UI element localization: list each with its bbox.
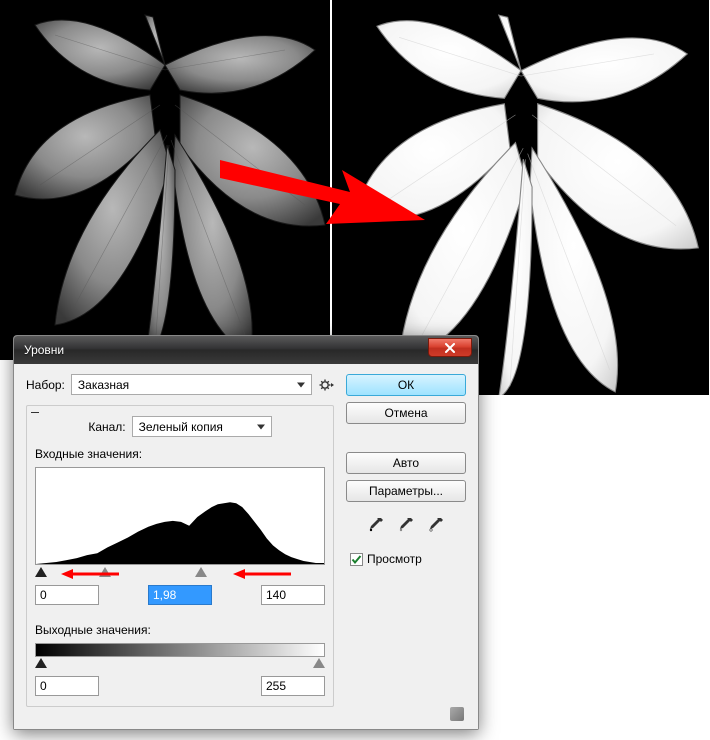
titlebar[interactable]: Уровни xyxy=(14,336,478,364)
histogram[interactable] xyxy=(35,467,325,565)
channel-label: Канал: xyxy=(88,420,125,434)
input-midtone-slider[interactable] xyxy=(99,567,111,577)
eyedropper-white-icon xyxy=(428,517,444,533)
transform-arrow xyxy=(220,140,430,250)
resize-grip[interactable] xyxy=(450,707,464,721)
right-column: ОК Отмена Авто Параметры... Пр xyxy=(346,374,466,715)
eyedropper-black-icon xyxy=(368,517,384,533)
preview-checkbox[interactable] xyxy=(350,553,363,566)
options-button[interactable]: Параметры... xyxy=(346,480,466,502)
black-point-eyedropper[interactable] xyxy=(365,514,387,536)
ok-button[interactable]: ОК xyxy=(346,374,466,396)
preview-label: Просмотр xyxy=(367,552,422,566)
collapse-indicator xyxy=(31,412,39,413)
preset-combo[interactable]: Заказная xyxy=(71,374,312,395)
dialog-title: Уровни xyxy=(20,343,64,357)
output-shadow-slider[interactable] xyxy=(35,658,47,668)
white-point-eyedropper[interactable] xyxy=(425,514,447,536)
input-shadow-slider[interactable] xyxy=(35,567,47,577)
left-column: Набор: Заказная xyxy=(26,374,334,715)
levels-dialog: Уровни Набор: Заказная xyxy=(13,335,479,730)
output-values-row xyxy=(35,676,325,696)
preset-label: Набор: xyxy=(26,378,65,392)
eyedropper-row xyxy=(346,514,466,536)
input-levels-label: Входные значения: xyxy=(35,447,325,461)
auto-button[interactable]: Авто xyxy=(346,452,466,474)
input-shadow-value[interactable] xyxy=(35,585,99,605)
output-highlight-value[interactable] xyxy=(261,676,325,696)
channel-row: Канал: Зеленый копия xyxy=(35,416,325,437)
gear-icon xyxy=(318,377,334,393)
annotation-arrow-right xyxy=(233,568,291,580)
close-icon xyxy=(444,343,456,353)
preset-row: Набор: Заказная xyxy=(26,374,334,395)
close-button[interactable] xyxy=(428,338,472,357)
output-gradient[interactable] xyxy=(35,643,325,657)
channel-combo[interactable]: Зеленый копия xyxy=(132,416,272,437)
output-slider-track xyxy=(35,658,325,672)
check-icon xyxy=(351,554,362,565)
eyedropper-gray-icon xyxy=(398,517,414,533)
input-highlight-slider[interactable] xyxy=(195,567,207,577)
input-highlight-value[interactable] xyxy=(261,585,325,605)
output-section: Выходные значения: xyxy=(35,623,325,696)
input-slider-track xyxy=(35,567,325,581)
histogram-plot xyxy=(36,468,324,564)
channel-value: Зеленый копия xyxy=(139,420,223,434)
input-midtone-value[interactable] xyxy=(148,585,212,605)
output-highlight-slider[interactable] xyxy=(313,658,325,668)
gray-point-eyedropper[interactable] xyxy=(395,514,417,536)
cancel-button[interactable]: Отмена xyxy=(346,402,466,424)
preset-menu-button[interactable] xyxy=(318,377,334,393)
preset-value: Заказная xyxy=(78,378,129,392)
input-values-row xyxy=(35,585,325,605)
dialog-body: Набор: Заказная xyxy=(14,364,478,729)
output-levels-label: Выходные значения: xyxy=(35,623,325,637)
levels-group: Канал: Зеленый копия Входные значения: xyxy=(26,405,334,707)
output-shadow-value[interactable] xyxy=(35,676,99,696)
preview-row: Просмотр xyxy=(346,552,466,566)
